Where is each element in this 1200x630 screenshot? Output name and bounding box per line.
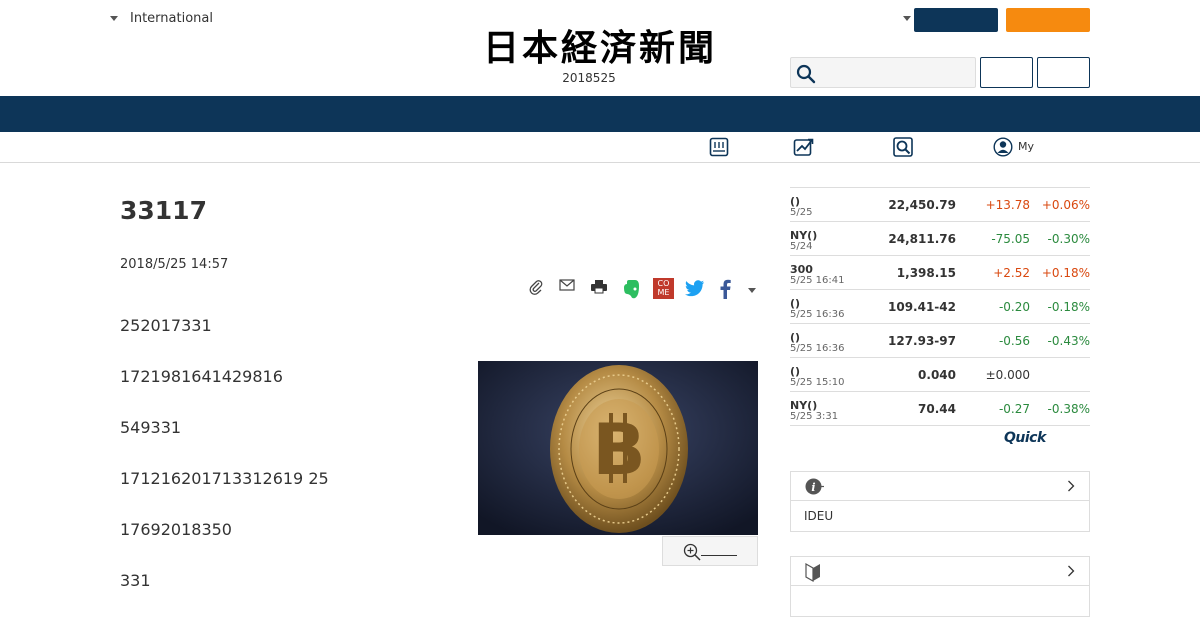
article-title: 33117 [120,196,207,225]
chevron-right-icon[interactable] [1067,480,1075,492]
market-percent: -0.18% [1047,300,1090,314]
bitcoin-coin-image: B [478,361,758,535]
detail-search-button[interactable] [1037,57,1090,88]
market-change: ±0.000 [985,368,1030,382]
market-row[interactable]: () 5/25 16:36 127.93-97 -0.56 -0.43% [790,324,1090,358]
market-time: 5/25 [790,207,813,218]
market-time: 5/25 15:10 [790,377,845,388]
zoom-in-icon [683,543,701,561]
mail-icon[interactable] [559,278,575,292]
market-value: 1,398.15 [896,266,956,280]
beginner-mark-icon [805,563,820,582]
market-row[interactable]: NY() 5/25 3:31 70.44 -0.27 -0.38% [790,392,1090,426]
market-row[interactable]: NY() 5/24 24,811.76 -75.05 -0.30% [790,222,1090,256]
market-chart-icon[interactable] [793,137,815,157]
market-percent: +0.18% [1041,266,1090,280]
market-time: 5/24 [790,241,813,252]
beginner-box-header[interactable] [791,557,1089,586]
zoom-label-line [701,555,737,556]
search-button[interactable] [980,57,1033,88]
site-logo[interactable]: 日本経済新聞 [450,26,750,70]
article-paragraph: 1721981641429816 [120,367,283,386]
info-box[interactable]: i IDEU [790,471,1090,532]
market-change: +13.78 [985,198,1030,212]
twitter-icon[interactable] [685,280,705,297]
svg-text:i: i [811,481,815,494]
market-value: 0.040 [918,368,956,382]
article-body: 252017331 1721981641429816 549331 171216… [120,312,450,618]
user-icon[interactable] [993,137,1013,157]
chevron-right-icon[interactable] [1067,565,1075,577]
market-value: 70.44 [918,402,956,416]
market-percent: -0.38% [1047,402,1090,416]
facebook-icon[interactable] [719,279,731,299]
evernote-icon[interactable] [623,279,641,299]
quick-logo[interactable]: Quick [1004,430,1046,446]
market-change: -0.27 [998,402,1030,416]
print-icon[interactable] [590,279,608,295]
article-paragraph: 171216201713312619 25 [120,469,329,488]
market-change: -75.05 [991,232,1030,246]
search-box[interactable] [790,57,976,88]
caret-down-icon [110,16,118,21]
market-data-table: () 5/25 22,450.79 +13.78 +0.06% NY() 5/2… [790,187,1090,426]
market-row[interactable]: () 5/25 15:10 0.040 ±0.000 [790,358,1090,392]
market-row[interactable]: 300 5/25 16:41 1,398.15 +2.52 +0.18% [790,256,1090,290]
market-row[interactable]: () 5/25 16:36 109.41-42 -0.20 -0.18% [790,290,1090,324]
article-paragraph: 17692018350 [120,520,232,539]
company-search-icon[interactable] [893,137,913,157]
paper-date: 2018525 [562,71,616,85]
article-paragraph: 331 [120,571,151,590]
more-share-caret-icon[interactable] [748,288,756,293]
info-box-header[interactable]: i [791,472,1089,501]
market-change: -0.56 [998,334,1030,348]
info-icon: i [805,478,824,495]
market-row[interactable]: () 5/25 22,450.79 +13.78 +0.06% [790,188,1090,222]
main-nav-bar[interactable] [0,96,1200,132]
market-percent: -0.30% [1047,232,1090,246]
market-change: +2.52 [993,266,1030,280]
article-date: 2018/5/25 14:57 [120,257,229,272]
market-change: -0.20 [998,300,1030,314]
edition-selector[interactable]: International [110,11,213,26]
caret-down-icon[interactable] [903,16,911,21]
market-time: 5/25 3:31 [790,411,839,422]
beginner-box[interactable] [790,556,1090,617]
clip-icon[interactable] [528,279,544,295]
market-value: 109.41-42 [888,300,956,314]
login-button[interactable] [914,8,998,32]
subscribe-button[interactable] [1006,8,1090,32]
sub-nav: My [0,132,1200,163]
search-input[interactable] [819,61,969,84]
article-paragraph: 549331 [120,418,182,437]
svg-text:B: B [592,409,645,491]
comment-share-icon[interactable]: CO ME [653,278,674,299]
article-paragraph: 252017331 [120,316,212,335]
market-value: 127.93-97 [888,334,956,348]
search-icon[interactable] [795,63,817,85]
article-photo[interactable]: B [478,361,758,535]
my-menu-label[interactable]: My [1018,140,1034,153]
market-value: 22,450.79 [888,198,956,212]
market-time: 5/25 16:41 [790,275,845,286]
market-time: 5/25 16:36 [790,343,845,354]
zoom-image-button[interactable] [662,536,758,566]
market-value: 24,811.76 [888,232,956,246]
paper-edition-icon[interactable] [709,137,729,157]
info-box-text[interactable]: IDEU [804,509,833,523]
market-percent: +0.06% [1041,198,1090,212]
market-time: 5/25 16:36 [790,309,845,320]
market-percent: -0.43% [1047,334,1090,348]
edition-label: International [130,11,213,26]
share-toolbar: CO ME [526,277,766,303]
